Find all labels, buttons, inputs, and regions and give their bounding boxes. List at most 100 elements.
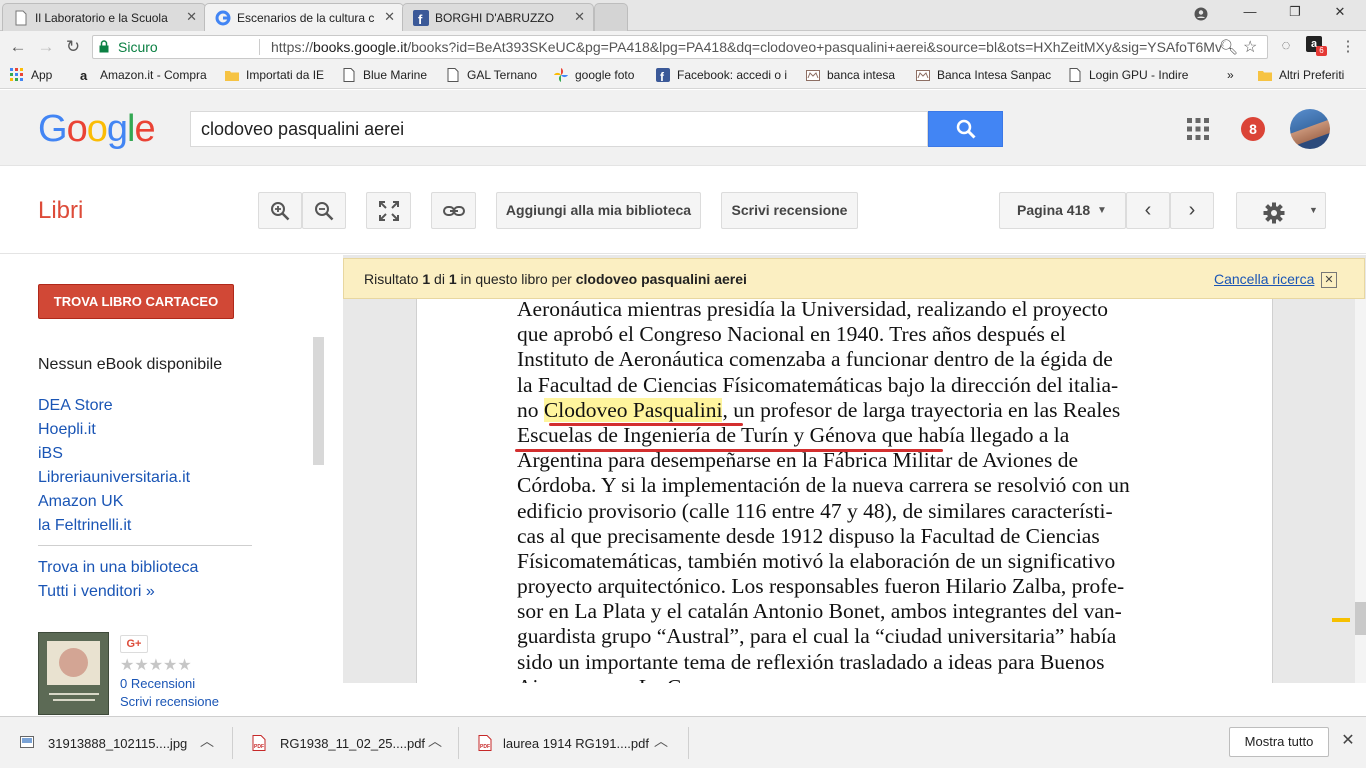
google-plus-button[interactable]: G+ xyxy=(120,635,148,653)
link-button[interactable] xyxy=(431,192,476,229)
tab-title: Escenarios de la cultura c xyxy=(237,11,375,25)
avatar[interactable] xyxy=(1290,109,1330,149)
bookmark-banca-intesa[interactable]: banca intesa xyxy=(806,68,895,82)
restore-button[interactable]: ❐ xyxy=(1283,4,1307,24)
facebook-icon: f xyxy=(413,10,429,26)
back-icon[interactable]: ← xyxy=(8,37,28,57)
profile-icon[interactable] xyxy=(1189,4,1213,24)
reviews-link[interactable]: 0 Recensioni xyxy=(120,676,195,691)
zoom-out-button[interactable] xyxy=(302,192,346,229)
download-item[interactable]: 31913888_102115....jpg ︿ xyxy=(0,717,232,769)
apps-grid-icon[interactable] xyxy=(1187,118,1209,140)
tab-close-icon[interactable]: ✕ xyxy=(186,9,197,25)
search-zoom-icon[interactable]: 🔍︎ xyxy=(1219,38,1238,56)
chevron-down-icon: ▼ xyxy=(1097,205,1107,216)
bookmark-star-icon[interactable]: ☆ xyxy=(1243,37,1257,57)
bookmark-importati[interactable]: Importati da IE xyxy=(225,68,324,82)
reload-icon[interactable]: ↻ xyxy=(63,37,83,57)
logo-letter: o xyxy=(66,108,88,150)
chevron-up-icon[interactable]: ︿ xyxy=(428,731,442,751)
svg-text:PDF: PDF xyxy=(254,744,264,750)
no-ebook-label: Nessun eBook disponibile xyxy=(38,356,223,373)
close-downloads-icon[interactable]: ✕ xyxy=(1338,730,1358,750)
write-review-link[interactable]: Scrivi recensione xyxy=(120,694,219,709)
zoom-in-icon xyxy=(271,202,290,221)
svg-text:a: a xyxy=(80,68,88,82)
tab-escenarios[interactable]: Escenarios de la cultura c ✕ xyxy=(204,3,404,32)
tab-il-laboratorio[interactable]: Il Laboratorio e la Scuola ✕ xyxy=(2,3,206,31)
tab-close-icon[interactable]: ✕ xyxy=(384,9,395,25)
new-tab-button[interactable] xyxy=(594,3,628,31)
menu-icon[interactable]: ⋮ xyxy=(1338,37,1358,57)
zoom-in-button[interactable] xyxy=(258,192,302,229)
lock-icon xyxy=(99,40,109,53)
find-print-book-button[interactable]: TROVA LIBRO CARTACEO xyxy=(38,284,234,319)
search-icon xyxy=(956,119,976,139)
store-link[interactable]: la Feltrinelli.it xyxy=(38,517,131,535)
bookmark-overflow[interactable]: » xyxy=(1227,68,1234,82)
close-result-icon[interactable]: ✕ xyxy=(1321,272,1337,288)
left-panel: TROVA LIBRO CARTACEO Nessun eBook dispon… xyxy=(0,255,340,715)
scrollbar-thumb[interactable] xyxy=(1355,602,1366,635)
book-line: Físicomatemáticas, también motivó la ela… xyxy=(517,548,1116,573)
bookmark-amazon[interactable]: a Amazon.it - Compra xyxy=(79,68,207,82)
write-review-button[interactable]: Scrivi recensione xyxy=(721,192,858,229)
store-link[interactable]: Hoepli.it xyxy=(38,421,96,439)
bookmark-blue-marine[interactable]: Blue Marine xyxy=(342,68,427,82)
amazon-extension-icon[interactable]: a 6 xyxy=(1306,36,1327,56)
settings-dropdown-icon: ▼ xyxy=(1309,205,1318,215)
show-all-downloads-button[interactable]: Mostra tutto xyxy=(1229,727,1329,757)
forward-icon[interactable]: → xyxy=(36,37,56,57)
download-item[interactable]: PDF RG1938_11_02_25....pdf ︿ xyxy=(232,717,458,769)
fullscreen-button[interactable] xyxy=(366,192,411,229)
bookmark-login-gpu[interactable]: Login GPU - Indire xyxy=(1068,68,1188,82)
book-line: proyecto arquitectónico. Los responsable… xyxy=(517,574,1125,599)
store-link[interactable]: iBS xyxy=(38,445,63,463)
book-text: Aeronáutica mientras presidía la Univers… xyxy=(517,299,1179,683)
book-line: Córdoba. Y si la implementación de la nu… xyxy=(517,473,1130,498)
page-title[interactable]: Libri xyxy=(38,197,83,225)
add-to-library-button[interactable]: Aggiungi alla mia biblioteca xyxy=(496,192,701,229)
page-icon xyxy=(447,68,459,82)
chevron-up-icon[interactable]: ︿ xyxy=(654,731,668,751)
search-button[interactable] xyxy=(928,111,1003,147)
cancel-search-link[interactable]: Cancella ricerca xyxy=(1214,271,1314,287)
bookmark-banca-intesa-sanpaolo[interactable]: Banca Intesa Sanpac xyxy=(916,68,1054,82)
download-filename: RG1938_11_02_25....pdf xyxy=(280,736,426,751)
store-link[interactable]: Libreriauniversitaria.it xyxy=(38,469,190,487)
result-marker xyxy=(1332,618,1350,622)
url-text[interactable]: https://books.google.it/books?id=BeAt393… xyxy=(271,39,1221,55)
all-sellers-link[interactable]: Tutti i venditori » xyxy=(38,583,155,601)
book-page[interactable]: Aeronáutica mientras presidía la Univers… xyxy=(416,299,1273,683)
book-line: Aires, ... ... ... La C ... ... xyxy=(517,675,1179,683)
chevron-up-icon[interactable]: ︿ xyxy=(200,731,214,751)
close-window-button[interactable]: ✕ xyxy=(1328,4,1352,24)
tab-borghi[interactable]: f BORGHI D'ABRUZZO ✕ xyxy=(402,3,594,31)
chevron-left-icon: ‹ xyxy=(1144,199,1152,221)
store-link[interactable]: DEA Store xyxy=(38,397,113,415)
extension-icon[interactable]: ◌ xyxy=(1276,37,1296,57)
bookmark-facebook[interactable]: f Facebook: accedi o i xyxy=(656,68,794,82)
find-library-link[interactable]: Trova in una biblioteca xyxy=(38,559,198,577)
page-selector[interactable]: Pagina 418 ▼ xyxy=(999,192,1126,229)
bookmark-altri-preferiti[interactable]: Altri Preferiti xyxy=(1258,68,1344,82)
google-logo[interactable]: Google xyxy=(38,108,156,151)
minimize-button[interactable]: — xyxy=(1238,4,1262,24)
bookmark-app[interactable]: App xyxy=(10,68,52,82)
next-page-button[interactable]: › xyxy=(1170,192,1214,229)
prev-page-button[interactable]: ‹ xyxy=(1126,192,1170,229)
bookmark-gal-ternano[interactable]: GAL Ternano xyxy=(446,68,537,82)
red-underline xyxy=(549,423,743,426)
rating-stars[interactable]: ★★★★★ xyxy=(120,655,192,675)
search-input[interactable]: clodoveo pasqualini aerei xyxy=(190,111,928,147)
settings-button[interactable]: ▼ xyxy=(1236,192,1326,229)
left-scrollbar[interactable] xyxy=(313,337,324,465)
store-link[interactable]: Amazon UK xyxy=(38,493,123,511)
folder-icon xyxy=(1258,71,1272,81)
notifications-badge[interactable]: 8 xyxy=(1241,117,1265,141)
bookmark-google-foto[interactable]: google foto xyxy=(554,68,634,82)
tab-close-icon[interactable]: ✕ xyxy=(574,9,585,25)
download-item[interactable]: PDF laurea 1914 RG191....pdf ︿ xyxy=(458,717,688,769)
book-cover[interactable] xyxy=(38,632,109,715)
address-bar[interactable]: Sicuro https://books.google.it/books?id=… xyxy=(92,35,1268,59)
